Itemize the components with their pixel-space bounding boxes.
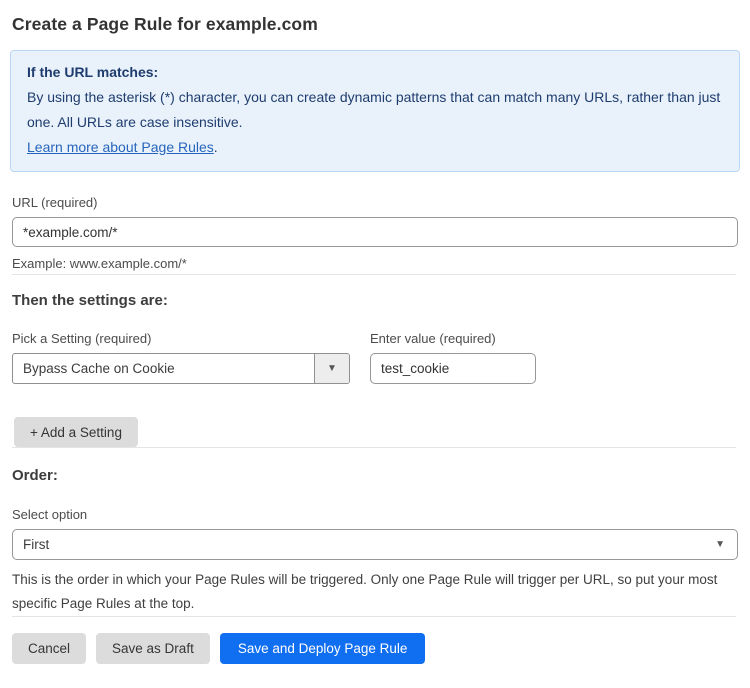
url-example-text: Example: www.example.com/* (12, 254, 736, 274)
cancel-button[interactable]: Cancel (12, 633, 86, 664)
order-select-value: First (23, 537, 49, 552)
save-and-deploy-button[interactable]: Save and Deploy Page Rule (220, 633, 426, 664)
pick-setting-label: Pick a Setting (required) (12, 331, 350, 346)
url-field-label: URL (required) (12, 195, 736, 210)
setting-select-toggle[interactable]: ▼ (314, 354, 349, 383)
link-period: . (214, 139, 218, 155)
settings-section-heading: Then the settings are: (12, 292, 736, 309)
pick-setting-column: Pick a Setting (required) Bypass Cache o… (12, 331, 350, 384)
create-page-rule-form: Create a Page Rule for example.com If th… (0, 14, 750, 664)
enter-value-label: Enter value (required) (370, 331, 536, 346)
save-as-draft-button[interactable]: Save as Draft (96, 633, 210, 664)
learn-more-link[interactable]: Learn more about Page Rules (27, 139, 214, 155)
order-select-label: Select option (12, 507, 736, 522)
order-section-heading: Order: (12, 467, 736, 484)
footer-divider (12, 616, 736, 617)
info-callout-body: By using the asterisk (*) character, you… (27, 85, 723, 135)
section-divider (12, 447, 736, 448)
setting-row: Pick a Setting (required) Bypass Cache o… (12, 331, 736, 384)
order-select[interactable]: First ▼ (12, 529, 738, 560)
chevron-down-icon: ▼ (327, 363, 337, 374)
url-match-info-callout: If the URL matches: By using the asteris… (10, 50, 740, 172)
url-input[interactable] (12, 217, 738, 247)
setting-select[interactable]: Bypass Cache on Cookie ▼ (12, 353, 350, 384)
setting-select-value: Bypass Cache on Cookie (13, 354, 314, 383)
chevron-down-icon: ▼ (715, 539, 725, 550)
order-help-text: This is the order in which your Page Rul… (12, 568, 742, 616)
info-callout-link-line: Learn more about Page Rules. (27, 135, 723, 160)
section-divider (12, 274, 736, 275)
footer-actions: Cancel Save as Draft Save and Deploy Pag… (12, 633, 736, 664)
page-title: Create a Page Rule for example.com (12, 14, 736, 35)
info-callout-heading: If the URL matches: (27, 60, 723, 85)
setting-value-input[interactable] (370, 353, 536, 384)
enter-value-column: Enter value (required) (370, 331, 536, 384)
add-setting-button[interactable]: + Add a Setting (14, 417, 138, 447)
